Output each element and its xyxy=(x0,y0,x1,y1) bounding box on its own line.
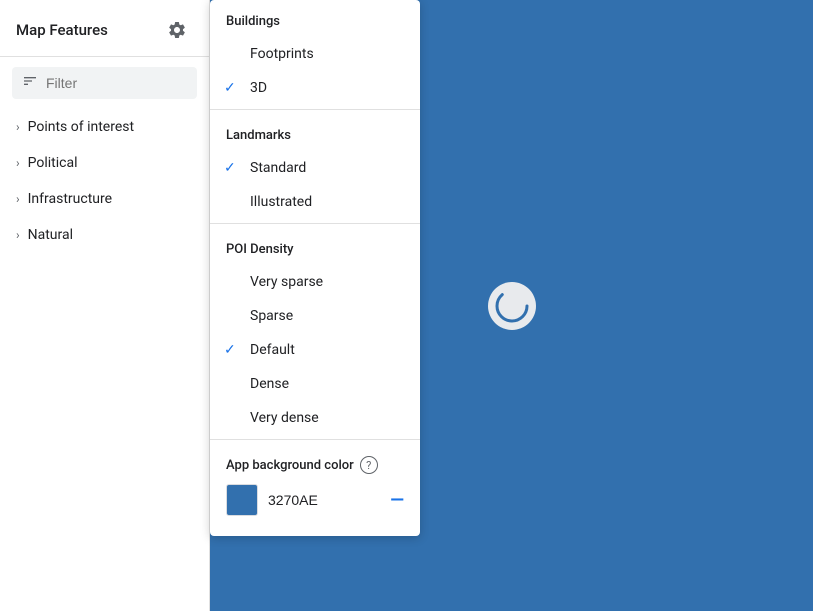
sidebar-item-political[interactable]: › Political xyxy=(0,145,209,181)
checkmark-icon: ✓ xyxy=(224,160,236,176)
color-label-row: App background color ? xyxy=(226,456,404,474)
filter-input[interactable] xyxy=(46,75,187,91)
filter-icon-svg xyxy=(22,73,38,89)
sidebar: Map Features › Points of interest › Poli… xyxy=(0,0,210,611)
menu-item-label: 3D xyxy=(250,80,267,96)
checkmark-icon: ✓ xyxy=(224,342,236,358)
divider-2 xyxy=(210,223,420,224)
menu-item-dense[interactable]: Dense xyxy=(210,367,420,401)
loading-spinner xyxy=(488,282,536,330)
chevron-right-icon: › xyxy=(16,156,20,170)
sidebar-item-infrastructure[interactable]: › Infrastructure xyxy=(0,181,209,217)
color-value-input[interactable] xyxy=(268,492,338,508)
menu-item-illustrated[interactable]: Illustrated xyxy=(210,185,420,219)
filter-bar[interactable] xyxy=(12,67,197,99)
sidebar-item-natural[interactable]: › Natural xyxy=(0,217,209,253)
menu-item-very-sparse[interactable]: Very sparse xyxy=(210,265,420,299)
menu-item-label: Standard xyxy=(250,160,306,176)
gear-button[interactable] xyxy=(161,14,193,46)
color-minus-button[interactable]: — xyxy=(390,490,404,511)
sidebar-header: Map Features xyxy=(0,0,209,57)
poi-density-section-header: POI Density xyxy=(210,228,420,265)
help-icon[interactable]: ? xyxy=(360,456,378,474)
chevron-right-icon: › xyxy=(16,228,20,242)
divider-1 xyxy=(210,109,420,110)
chevron-right-icon: › xyxy=(16,192,20,206)
color-input-row: — xyxy=(226,484,404,516)
nav-label: Infrastructure xyxy=(28,191,112,207)
chevron-right-icon: › xyxy=(16,120,20,134)
checkmark-icon: ✓ xyxy=(224,80,236,96)
color-label: App background color xyxy=(226,458,354,473)
menu-item-label: Sparse xyxy=(250,308,293,324)
menu-item-label: Very dense xyxy=(250,410,319,426)
nav-label: Political xyxy=(28,155,78,171)
menu-item-footprints[interactable]: Footprints xyxy=(210,37,420,71)
menu-item-3d[interactable]: ✓ 3D xyxy=(210,71,420,105)
color-swatch[interactable] xyxy=(226,484,258,516)
menu-item-sparse[interactable]: Sparse xyxy=(210,299,420,333)
menu-item-default[interactable]: ✓ Default xyxy=(210,333,420,367)
sidebar-item-points-of-interest[interactable]: › Points of interest xyxy=(0,109,209,145)
dropdown-panel: Buildings Footprints ✓ 3D Landmarks ✓ St… xyxy=(210,0,420,536)
sidebar-title: Map Features xyxy=(16,21,108,39)
nav-list: › Points of interest › Political › Infra… xyxy=(0,109,209,253)
menu-item-label: Default xyxy=(250,342,295,358)
menu-item-label: Dense xyxy=(250,376,289,392)
nav-label: Points of interest xyxy=(28,119,134,135)
menu-item-label: Very sparse xyxy=(250,274,323,290)
landmarks-section-header: Landmarks xyxy=(210,114,420,151)
menu-item-very-dense[interactable]: Very dense xyxy=(210,401,420,435)
buildings-section-header: Buildings xyxy=(210,0,420,37)
menu-item-label: Footprints xyxy=(250,46,314,62)
spinner-svg xyxy=(494,288,530,324)
menu-item-label: Illustrated xyxy=(250,194,312,210)
gear-icon xyxy=(167,20,187,40)
nav-label: Natural xyxy=(28,227,73,243)
menu-item-standard[interactable]: ✓ Standard xyxy=(210,151,420,185)
filter-lines-icon xyxy=(22,73,38,93)
color-section: App background color ? — xyxy=(210,444,420,520)
divider-3 xyxy=(210,439,420,440)
